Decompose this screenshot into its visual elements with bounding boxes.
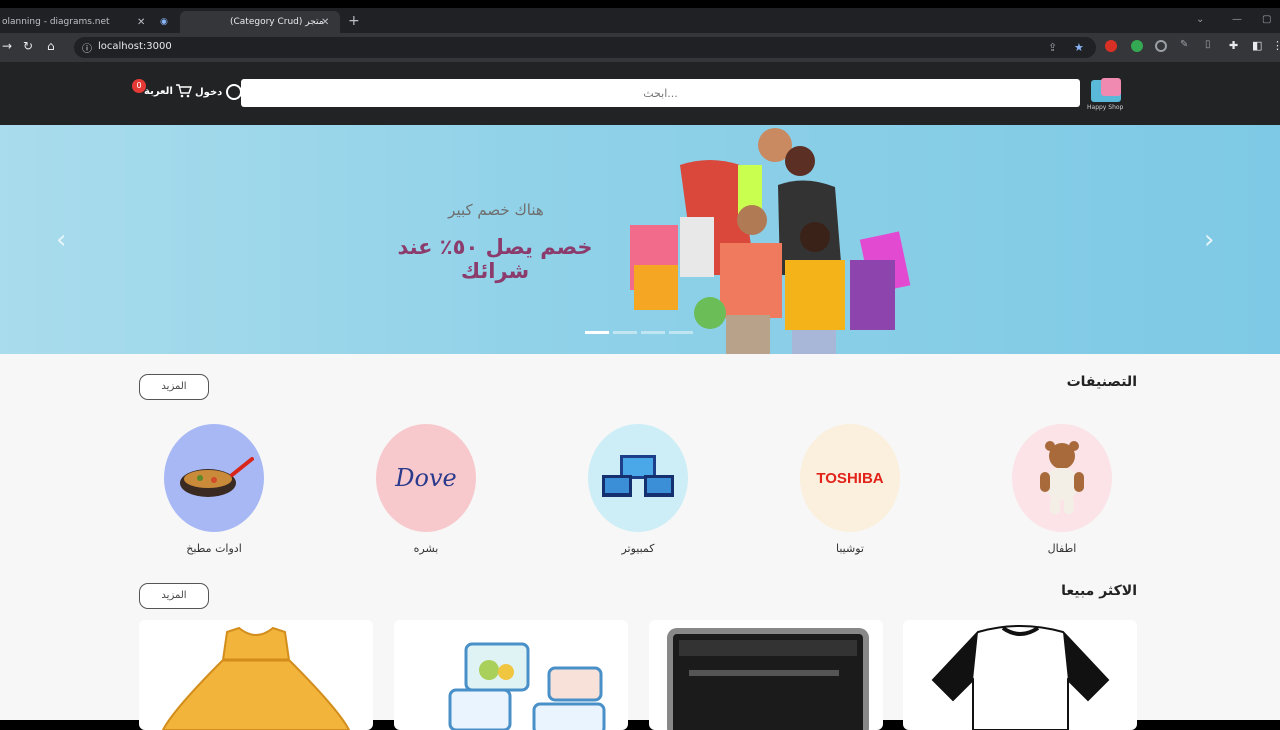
bookmark-star-icon[interactable]: ★ xyxy=(1074,41,1084,54)
os-top-strip xyxy=(0,0,1280,8)
forward-icon[interactable]: → xyxy=(2,39,12,53)
toshiba-logo: TOSHIBA xyxy=(816,469,884,487)
site-info-icon[interactable]: ⓘ xyxy=(82,40,92,55)
store-logo[interactable]: Happy Shop xyxy=(1087,76,1125,112)
login-label: دخول xyxy=(195,86,223,98)
new-tab-icon[interactable]: + xyxy=(348,13,360,29)
extension-icon[interactable] xyxy=(1131,40,1143,52)
bestsellers-title: الاكثر مبيعا xyxy=(1061,583,1137,599)
category-image: TOSHIBA xyxy=(800,424,900,532)
cart-button[interactable]: العربة xyxy=(144,84,192,98)
product-card[interactable] xyxy=(649,620,883,730)
banner-subtitle: هناك خصم كبير xyxy=(448,201,544,219)
globe-icon: ◉ xyxy=(160,17,168,27)
dove-logo: Dove xyxy=(395,464,457,492)
pen-icon[interactable]: ✎ xyxy=(1180,39,1188,50)
category-label: كمبيوتر xyxy=(621,542,655,555)
main-content: التصنيفات المزيد اطفال TOSHIBA توشيبا كم… xyxy=(0,354,1280,730)
reload-icon[interactable]: ↻ xyxy=(23,39,33,53)
categories-title: التصنيفات xyxy=(1066,374,1137,390)
product-card[interactable] xyxy=(139,620,373,730)
slide-dot[interactable] xyxy=(641,331,665,334)
minimize-icon[interactable]: — xyxy=(1232,14,1242,25)
login-button[interactable]: دخول xyxy=(195,84,243,100)
sidepanel-icon[interactable]: ◧ xyxy=(1252,39,1262,52)
home-icon[interactable]: ⌂ xyxy=(47,39,55,53)
bestsellers-more-button[interactable]: المزيد xyxy=(139,583,209,609)
category-toshiba[interactable]: TOSHIBA توشيبا xyxy=(800,424,900,555)
logo-text: Happy Shop xyxy=(1087,104,1124,111)
tab-title: (Category Crud) متجر xyxy=(230,17,324,27)
category-label: ادوات مطبخ xyxy=(186,542,242,555)
category-label: بشره xyxy=(413,542,439,555)
cart-label: العربة xyxy=(144,85,173,97)
address-bar[interactable]: ⓘ localhost:3000 ⇪ ★ xyxy=(74,37,1096,58)
share-icon[interactable]: ⇪ xyxy=(1048,41,1057,54)
category-computer[interactable]: كمبيوتر xyxy=(588,424,688,555)
address-row: → ↻ ⌂ ⓘ localhost:3000 ⇪ ★ ✎ ▯ ✚ ◧ ⋮ xyxy=(0,33,1280,62)
tab-title: olanning - diagrams.net xyxy=(2,17,110,27)
category-image xyxy=(164,424,264,532)
product-image-tablet xyxy=(667,628,869,730)
slide-dot[interactable] xyxy=(669,331,693,334)
computer-icon xyxy=(602,455,674,497)
site-header: Happy Shop دخول العربة xyxy=(0,62,1280,125)
slide-dot[interactable] xyxy=(585,331,609,334)
categories-more-button[interactable]: المزيد xyxy=(139,374,209,400)
slide-dot[interactable] xyxy=(613,331,637,334)
product-card[interactable] xyxy=(903,620,1137,730)
category-label: اطفال xyxy=(1047,542,1077,555)
product-image-food-containers xyxy=(448,642,606,730)
category-label: توشيبا xyxy=(836,542,864,555)
browser-tab-bar: olanning - diagrams.net ✕ ◉ (Category Cr… xyxy=(0,8,1280,33)
chevron-left-icon[interactable]: ‹ xyxy=(56,225,66,255)
maximize-icon[interactable]: ▢ xyxy=(1262,14,1271,25)
chevron-right-icon[interactable]: › xyxy=(1204,225,1214,255)
slide-indicators xyxy=(585,331,693,334)
extension-icon[interactable] xyxy=(1155,40,1167,52)
product-image-dress xyxy=(161,626,351,730)
product-image-tshirt xyxy=(931,625,1110,730)
category-image xyxy=(588,424,688,532)
tab-search-icon[interactable]: ⌄ xyxy=(1196,14,1204,25)
extension-icon[interactable] xyxy=(1105,40,1117,52)
cart-count-badge: 0 xyxy=(132,79,146,93)
category-kids[interactable]: اطفال xyxy=(1012,424,1112,555)
banner-headline: خصم يصل ٥٠٪ عند شرائك xyxy=(397,235,593,283)
frying-pan-icon xyxy=(180,457,254,497)
product-card[interactable] xyxy=(394,620,628,730)
cart-icon xyxy=(175,84,192,98)
category-image: Dove xyxy=(376,424,476,532)
category-skin[interactable]: Dove بشره xyxy=(376,424,476,555)
close-tab-icon[interactable]: ✕ xyxy=(137,17,145,28)
menu-icon[interactable]: ⋮ xyxy=(1272,39,1280,52)
teddy-bear-icon xyxy=(1040,441,1084,514)
browser-tab-diagrams[interactable]: olanning - diagrams.net ✕ xyxy=(0,11,150,33)
family-shopping-image xyxy=(630,128,911,354)
category-image xyxy=(1012,424,1112,532)
category-kitchen-tools[interactable]: ادوات مطبخ xyxy=(164,424,264,555)
close-tab-icon[interactable]: ✕ xyxy=(321,17,329,28)
url-text: localhost:3000 xyxy=(98,41,172,52)
search-input[interactable] xyxy=(241,79,1080,107)
hero-banner: ‹ › هناك خصم كبير خصم يصل ٥٠٪ عند شرائك xyxy=(0,125,1280,354)
user-icon xyxy=(226,84,243,100)
puzzle-icon[interactable]: ✚ xyxy=(1229,39,1238,52)
browser-tab-store[interactable]: (Category Crud) متجر ✕ xyxy=(180,11,340,33)
extension-icon[interactable]: ▯ xyxy=(1205,39,1211,50)
browser-tab-favicon[interactable]: ◉ xyxy=(160,11,170,33)
